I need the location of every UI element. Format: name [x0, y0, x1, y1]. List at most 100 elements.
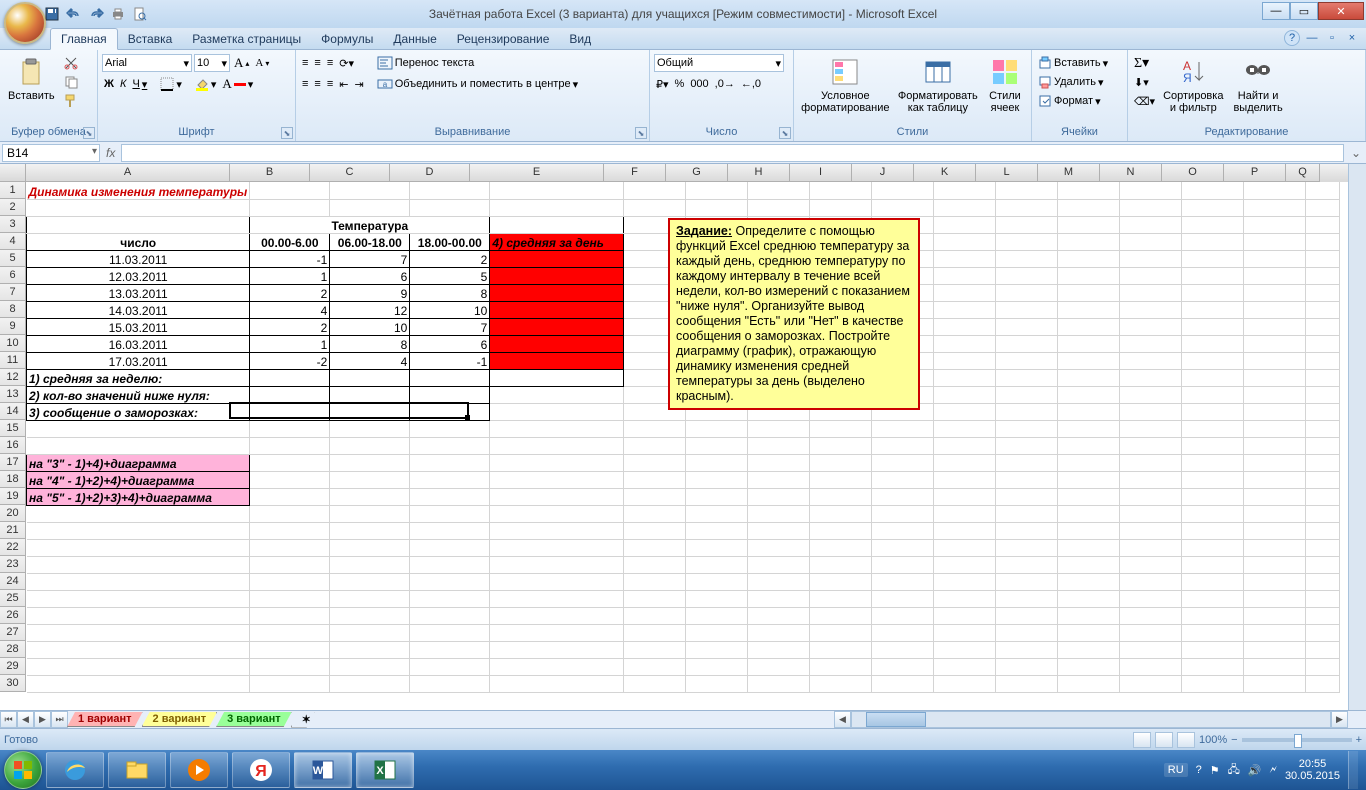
wrap-text-button[interactable]: Перенос текста [375, 54, 580, 72]
find-select-button[interactable]: Найти и выделить [1229, 54, 1286, 116]
minimize-button[interactable]: — [1262, 2, 1290, 20]
cell-styles-button[interactable]: Стили ячеек [983, 54, 1027, 116]
page-break-view-button[interactable] [1177, 732, 1195, 748]
orientation-button[interactable]: ⟳▾ [337, 54, 356, 72]
align-bottom-button[interactable]: ≡ [325, 54, 335, 72]
format-painter-button[interactable] [61, 92, 81, 110]
grow-font-button[interactable]: A▴ [232, 54, 251, 72]
cells[interactable]: Динамика изменения температурыТемператур… [26, 182, 1348, 710]
decrease-decimal-button[interactable]: ←,0 [739, 75, 763, 93]
indent-increase-button[interactable]: ⇥ [352, 75, 365, 93]
taskbar-wmp[interactable] [170, 752, 228, 788]
sheet-tab-2[interactable]: 2 вариант [142, 712, 218, 727]
tab-data[interactable]: Данные [383, 29, 446, 49]
zoom-in-button[interactable]: + [1356, 734, 1362, 746]
sort-filter-button[interactable]: АЯ Сортировка и фильтр [1159, 54, 1227, 116]
sheet-nav-first[interactable]: ⏮ [0, 711, 17, 728]
tab-insert[interactable]: Вставка [118, 29, 183, 49]
align-left-button[interactable]: ≡ [300, 75, 310, 93]
undo-icon[interactable] [66, 6, 82, 22]
format-table-button[interactable]: Форматировать как таблицу [895, 54, 981, 116]
taskbar-explorer[interactable] [108, 752, 166, 788]
font-launcher[interactable]: ⬊ [281, 127, 293, 139]
save-icon[interactable] [44, 6, 60, 22]
sheet-nav-prev[interactable]: ◀ [17, 711, 34, 728]
sheet-tab-1[interactable]: 1 вариант [67, 712, 143, 727]
indent-decrease-button[interactable]: ⇤ [337, 75, 350, 93]
delete-cells-button[interactable]: Удалить▾ [1036, 73, 1110, 91]
sheet-tab-3[interactable]: 3 вариант [216, 712, 292, 727]
tray-volume-icon[interactable]: 🔊 [1248, 764, 1262, 777]
percent-button[interactable]: % [673, 75, 687, 93]
start-button[interactable] [4, 751, 42, 789]
align-center-button[interactable]: ≡ [312, 75, 322, 93]
tab-review[interactable]: Рецензирование [447, 29, 560, 49]
tray-battery-icon[interactable]: 🗲 [1270, 764, 1277, 777]
close-workbook-icon[interactable]: × [1344, 30, 1360, 46]
italic-button[interactable]: К [118, 75, 128, 93]
fx-button[interactable]: fx [102, 146, 119, 160]
align-top-button[interactable]: ≡ [300, 54, 310, 72]
underline-button[interactable]: Ч▾ [130, 75, 149, 93]
copy-button[interactable] [61, 73, 81, 91]
autosum-button[interactable]: Σ▾ [1132, 54, 1157, 72]
zoom-slider[interactable] [1242, 738, 1352, 742]
new-sheet-button[interactable]: ✶ [291, 712, 315, 728]
taskbar-word[interactable]: W [294, 752, 352, 788]
taskbar-excel[interactable]: X [356, 752, 414, 788]
formula-bar-expand[interactable]: ⌄ [1346, 146, 1366, 160]
zoom-out-button[interactable]: − [1231, 734, 1237, 746]
tray-network-icon[interactable]: 🖧 [1228, 761, 1240, 780]
page-layout-view-button[interactable] [1155, 732, 1173, 748]
alignment-launcher[interactable]: ⬊ [635, 127, 647, 139]
number-launcher[interactable]: ⬊ [779, 127, 791, 139]
insert-cells-button[interactable]: Вставить▾ [1036, 54, 1110, 72]
restore-window-icon[interactable]: ▫ [1324, 30, 1340, 46]
row-headers[interactable]: 1234567891011121314151617181920212223242… [0, 182, 26, 692]
normal-view-button[interactable] [1133, 732, 1151, 748]
clear-button[interactable]: ⌫▾ [1132, 92, 1157, 110]
tray-flag-icon[interactable]: ⚑ [1210, 764, 1220, 777]
fill-color-button[interactable]: ▾ [193, 75, 219, 93]
fill-button[interactable]: ⬇▾ [1132, 73, 1157, 91]
help-icon[interactable]: ? [1284, 30, 1300, 46]
align-middle-button[interactable]: ≡ [312, 54, 322, 72]
taskbar-yandex[interactable]: Я [232, 752, 290, 788]
minimize-ribbon-icon[interactable]: — [1304, 30, 1320, 46]
vertical-scrollbar[interactable] [1348, 164, 1366, 710]
align-right-button[interactable]: ≡ [325, 75, 335, 93]
preview-icon[interactable] [132, 6, 148, 22]
tab-home[interactable]: Главная [50, 28, 118, 50]
sheet-nav-last[interactable]: ⏭ [51, 711, 68, 728]
language-indicator[interactable]: RU [1164, 763, 1188, 777]
show-desktop-button[interactable] [1348, 751, 1358, 789]
clock[interactable]: 20:5530.05.2015 [1285, 758, 1340, 782]
redo-icon[interactable] [88, 6, 104, 22]
merge-center-button[interactable]: aОбъединить и поместить в центре▾ [375, 75, 580, 93]
print-icon[interactable] [110, 6, 126, 22]
tab-layout[interactable]: Разметка страницы [182, 29, 311, 49]
bold-button[interactable]: Ж [102, 75, 116, 93]
format-cells-button[interactable]: Формат▾ [1036, 92, 1110, 110]
taskbar-ie[interactable] [46, 752, 104, 788]
select-all-corner[interactable] [0, 164, 26, 182]
border-button[interactable]: ▾ [158, 75, 184, 93]
increase-decimal-button[interactable]: ,0→ [713, 75, 737, 93]
clipboard-launcher[interactable]: ⬊ [83, 127, 95, 139]
tray-help-icon[interactable]: ? [1196, 764, 1202, 776]
maximize-button[interactable]: ▭ [1290, 2, 1318, 20]
shrink-font-button[interactable]: A▾ [253, 54, 271, 72]
task-textbox[interactable]: Задание: Определите с помощью функций Ex… [668, 218, 920, 410]
name-box[interactable]: B14 [2, 144, 100, 162]
font-size-combo[interactable]: 10▾ [194, 54, 230, 72]
font-name-combo[interactable]: Arial▾ [102, 54, 192, 72]
font-color-button[interactable]: A▾ [220, 75, 255, 93]
number-format-combo[interactable]: Общий▾ [654, 54, 784, 72]
comma-button[interactable]: 000 [688, 75, 710, 93]
horizontal-scrollbar[interactable]: ◀▶ [834, 711, 1348, 728]
currency-button[interactable]: ₽▾ [654, 75, 671, 93]
tab-view[interactable]: Вид [559, 29, 601, 49]
conditional-formatting-button[interactable]: Условное форматирование [798, 54, 893, 116]
cut-button[interactable] [61, 54, 81, 72]
column-headers[interactable]: ABCDEFGHIJKLMNOPQ [26, 164, 1348, 182]
